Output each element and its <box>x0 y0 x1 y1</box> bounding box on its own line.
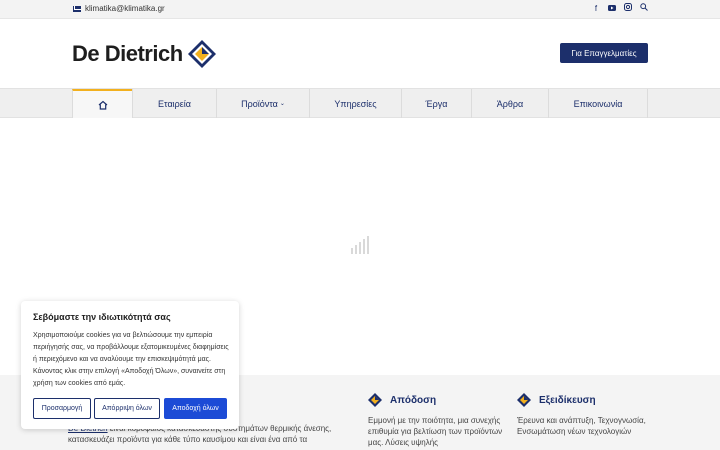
feature-title: Εξειδίκευση <box>539 394 596 406</box>
cookie-consent-dialog: Σεβόμαστε την ιδιωτικότητά σας Χρησιμοπο… <box>21 301 239 429</box>
nav-home[interactable] <box>72 89 132 118</box>
nav-services-label: Υπηρεσίες <box>334 98 377 109</box>
feature-title: Απόδοση <box>390 394 437 406</box>
nav-articles-label: Άρθρα <box>496 98 524 109</box>
nav-company-label: Εταιρεία <box>158 98 191 109</box>
nav-products[interactable]: Προϊόντα ⌄ <box>216 89 309 118</box>
main-nav: Εταιρεία Προϊόντα ⌄ Υπηρεσίες Έργα Άρθρα… <box>0 88 720 118</box>
nav-projects[interactable]: Έργα <box>401 89 471 118</box>
feature-desc: Εμμονή με την ποιότητα, μια συνεχής επιθ… <box>368 416 503 447</box>
social-icons: f <box>592 3 648 13</box>
home-icon <box>98 100 107 110</box>
cookie-title: Σεβόμαστε την ιδιωτικότητά σας <box>33 312 171 322</box>
nav-services[interactable]: Υπηρεσίες <box>309 89 401 118</box>
envelope-icon <box>73 5 81 12</box>
youtube-icon[interactable] <box>608 4 616 13</box>
loading-spinner-icon <box>351 236 369 254</box>
facebook-icon[interactable]: f <box>592 4 600 13</box>
customize-button[interactable]: Προσαρμογή <box>33 398 91 419</box>
nav-contact-label: Επικοινωνία <box>573 98 623 109</box>
site-logo[interactable]: De Dietrich <box>72 39 217 69</box>
nav-products-label: Προϊόντα <box>241 98 278 109</box>
nav-articles[interactable]: Άρθρα <box>471 89 548 118</box>
top-bar: klimatika@klimatika.gr f <box>0 0 720 19</box>
email-contact[interactable]: klimatika@klimatika.gr <box>73 4 165 13</box>
feature-performance: Απόδοση Εμμονή με την ποιότητα, μια συνε… <box>368 393 518 448</box>
logo-text: De Dietrich <box>72 41 183 66</box>
feature-desc: Έρευνα και ανάπτυξη, Τεχνογνωσία, Ενσωμά… <box>517 416 646 436</box>
email-text[interactable]: klimatika@klimatika.gr <box>85 4 165 13</box>
instagram-icon[interactable] <box>624 3 632 13</box>
accept-all-button[interactable]: Αποδοχή όλων <box>164 398 227 419</box>
chevron-down-icon: ⌄ <box>279 101 285 107</box>
cookie-text: Χρησιμοποιούμε cookies για να βελτιώσουμ… <box>33 332 229 387</box>
nav-contact[interactable]: Επικοινωνία <box>548 89 648 118</box>
search-icon[interactable] <box>640 3 648 13</box>
diamond-icon <box>368 393 382 407</box>
reject-all-button[interactable]: Απόρριψη όλων <box>94 398 160 419</box>
nav-projects-label: Έργα <box>425 98 448 109</box>
feature-expertise: Εξειδίκευση Έρευνα και ανάπτυξη, Τεχνογν… <box>517 393 667 437</box>
professionals-button[interactable]: Για Επαγγελματίες <box>560 43 648 63</box>
header: De Dietrich Για Επαγγελματίες <box>0 19 720 88</box>
diamond-icon <box>517 393 531 407</box>
nav-company[interactable]: Εταιρεία <box>132 89 216 118</box>
logo-diamond-icon <box>187 39 217 69</box>
